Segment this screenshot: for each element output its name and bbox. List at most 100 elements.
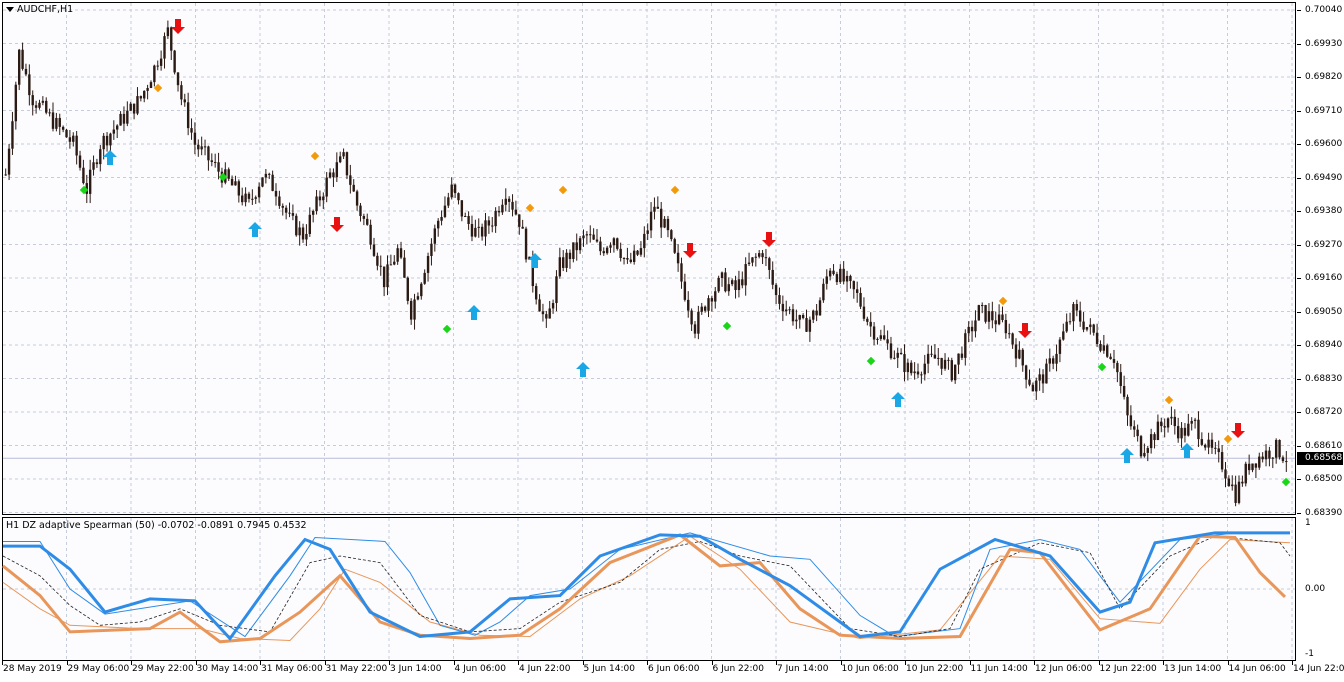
candle-body	[643, 233, 646, 249]
candle-body	[105, 135, 109, 146]
time-axis-label: 4 Jun 22:00	[519, 664, 571, 674]
candle-body	[835, 274, 839, 283]
candle-body	[21, 49, 24, 69]
candle-body	[1160, 421, 1163, 427]
candle-body	[58, 117, 61, 127]
candle-body	[88, 169, 92, 194]
candle-body	[359, 205, 362, 217]
time-axis-label: 6 Jun 06:00	[648, 664, 700, 674]
candle-body	[426, 255, 430, 273]
candle-body	[1014, 344, 1018, 359]
candle-body	[714, 291, 717, 302]
candle-body	[1021, 349, 1024, 366]
signal-up-arrow-icon	[248, 222, 262, 237]
candle-body	[457, 193, 460, 201]
candle-body	[399, 248, 403, 258]
candle-body	[514, 209, 518, 215]
candle-body	[1173, 416, 1177, 427]
time-tick-mark	[1034, 661, 1035, 665]
candle-body	[1139, 436, 1143, 457]
time-axis-label: 10 Jun 22:00	[906, 664, 964, 674]
candle-body	[1082, 321, 1085, 330]
candle-body	[805, 318, 808, 332]
candle-body	[987, 311, 991, 322]
candle-body	[139, 96, 143, 99]
candle-body	[994, 320, 997, 325]
candle-body	[1281, 457, 1285, 462]
time-axis-label: 14 Jun 06:00	[1228, 664, 1286, 674]
candle-body	[575, 242, 578, 251]
candle-body	[646, 230, 649, 234]
candle-body	[146, 88, 149, 91]
candle-body	[366, 218, 369, 225]
candle-body	[274, 190, 278, 197]
candle-body	[1153, 434, 1156, 441]
candle-body	[734, 280, 737, 291]
candle-body	[751, 257, 754, 263]
price-tick-label: 0.69600	[1305, 139, 1343, 149]
candle-body	[200, 146, 203, 150]
candle-body	[1285, 461, 1288, 463]
candle-body	[180, 85, 183, 100]
candle-body	[1116, 362, 1119, 373]
candle-body	[210, 160, 214, 163]
candle-body	[541, 311, 545, 315]
triangle-down-icon[interactable]	[6, 6, 14, 13]
candle-body	[453, 184, 457, 194]
candle-body	[964, 333, 967, 358]
candle-body	[578, 238, 582, 251]
price-tick-mark	[1297, 445, 1301, 447]
candle-body	[1231, 484, 1234, 487]
candle-body	[1106, 345, 1109, 357]
candle-body	[119, 113, 122, 126]
candle-body	[981, 305, 984, 307]
candle-body	[369, 224, 372, 245]
candle-body	[315, 196, 318, 211]
candle-body	[1274, 439, 1278, 458]
candle-body	[754, 256, 758, 258]
candle-body	[332, 172, 335, 178]
candle-body	[538, 299, 541, 312]
candle-body	[592, 234, 595, 240]
candle-body	[1089, 324, 1092, 328]
candle-body	[589, 234, 592, 236]
candle-body	[1112, 359, 1116, 363]
candle-body	[1227, 478, 1231, 487]
candle-body	[676, 252, 680, 264]
candle-body	[893, 357, 896, 359]
price-tick-mark	[1297, 244, 1301, 246]
candle-body	[31, 95, 34, 106]
candle-body	[193, 132, 197, 145]
signal-up-arrow-icon	[103, 150, 117, 165]
price-tick-mark	[1297, 110, 1301, 112]
orange-signal-dot	[998, 296, 1008, 306]
candle-body	[859, 292, 862, 307]
candle-body	[72, 135, 75, 142]
orange-signal-dot	[1164, 395, 1174, 405]
candle-body	[1018, 349, 1021, 359]
candle-body	[1193, 419, 1197, 421]
candle-body	[1126, 396, 1129, 416]
signal-down-arrow-icon	[1231, 423, 1245, 438]
candle-body	[687, 299, 690, 311]
time-axis-label: 31 May 22:00	[325, 664, 388, 674]
price-tick-label: 0.69160	[1305, 273, 1343, 283]
signal-up-arrow-icon	[528, 253, 542, 268]
time-tick-mark	[66, 661, 68, 665]
candle-body	[879, 335, 883, 339]
candle-body	[65, 129, 68, 138]
time-tick-mark	[711, 661, 713, 665]
candle-body	[484, 220, 487, 237]
candle-body	[940, 357, 943, 369]
candle-body	[1264, 450, 1268, 460]
time-axis-label: 28 May 2019	[3, 664, 62, 674]
chart-symbol-title[interactable]: AUDCHF,H1	[6, 4, 73, 15]
time-tick-mark	[1227, 661, 1229, 665]
candle-body	[352, 184, 355, 192]
price-tick-label: 0.69270	[1305, 239, 1343, 250]
candle-body	[34, 105, 38, 108]
time-tick-mark	[840, 661, 842, 665]
candle-body	[1187, 423, 1190, 436]
candle-body	[11, 121, 14, 149]
candle-body	[92, 162, 95, 170]
